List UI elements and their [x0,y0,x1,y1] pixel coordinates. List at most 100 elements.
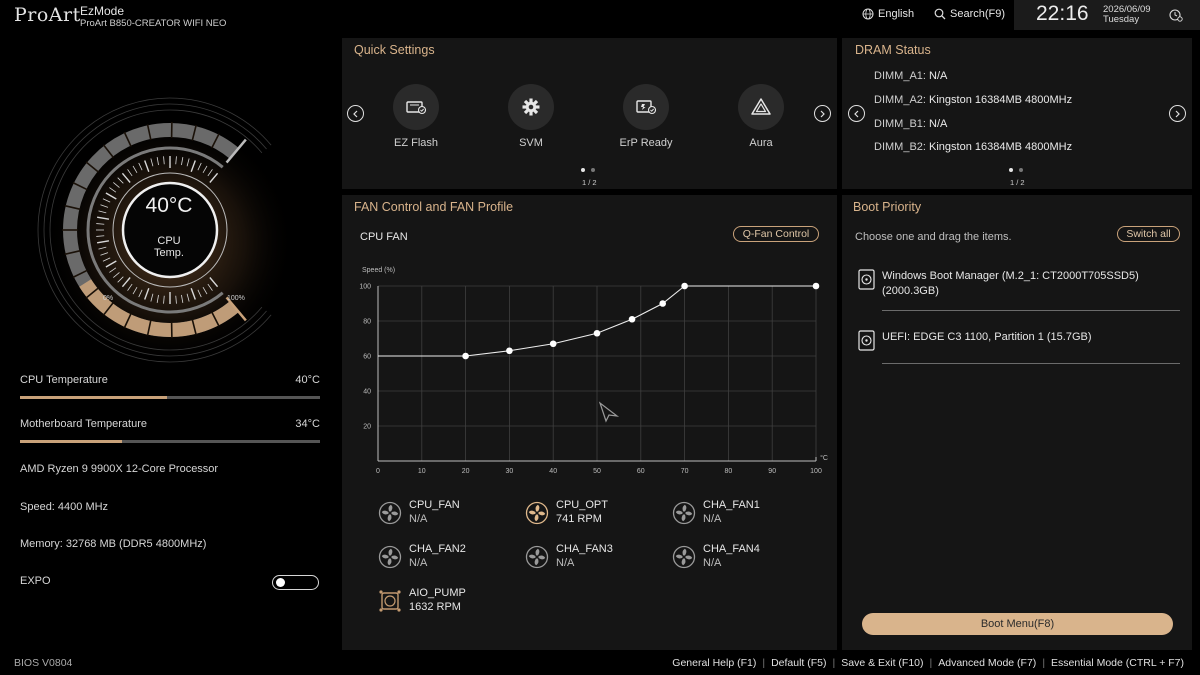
page-dot[interactable] [1009,168,1013,172]
erp-ready-button[interactable]: ErP Ready [606,84,686,149]
fan-rpm: N/A [409,513,428,525]
fan-item[interactable]: AIO_PUMP 1632 RPM [378,587,518,619]
aura-button[interactable]: Aura [721,84,801,149]
boot-item-text: UEFI: EDGE C3 1100, Partition 1 (15.7GB) [882,330,1182,345]
footer-key-button[interactable]: Default (F5) [771,657,826,669]
chart-y-tick-label: 20 [363,424,371,431]
mouse-cursor-icon [598,401,620,423]
q-fan-control-button[interactable]: Q-Fan Control [733,226,819,242]
dimm-slot: DIMM_B2: Kingston 16384MB 4800MHz [874,141,1072,153]
chart-x-tick-label: 60 [637,468,645,475]
boot-item-line1: UEFI: EDGE C3 1100, Partition 1 (15.7GB) [882,331,1092,343]
search-label: Search(F9) [950,8,1006,20]
fan-curve-point[interactable] [593,329,601,337]
chart-y-tick-label: 60 [363,354,371,361]
page-dot[interactable] [1019,168,1023,172]
cpu-temperature-bar [20,396,320,399]
selected-fan-label: CPU FAN [360,231,408,243]
fan-name: CPU_FAN [409,499,460,511]
fan-icon [525,501,549,525]
fan-name: AIO_PUMP [409,587,466,599]
clock-panel: 22:16 2026/06/09 Tuesday [1014,0,1200,30]
cpu-temperature-label: CPU Temperature [20,374,108,386]
page-dot[interactable] [581,168,585,172]
fan-curve-point[interactable] [549,340,557,348]
footer-key-button[interactable]: Save & Exit (F10) [841,657,923,669]
mb-temperature-value: 34°C [295,418,320,430]
fan-icon [672,545,696,569]
switch-all-button[interactable]: Switch all [1117,226,1180,242]
pump-icon [379,590,401,612]
dram-page-dots [1009,168,1023,172]
page-dot[interactable] [591,168,595,172]
cpu-speed: Speed: 4400 MHz [20,501,109,513]
gauge-label-line1: CPU [157,235,181,247]
language-selector[interactable]: English [862,8,914,20]
boot-priority-title: Boot Priority [853,200,922,214]
fan-curve-point[interactable] [659,300,666,307]
quick-settings-panel: Quick Settings EZ Flash SVM ErP Ready Au… [342,38,837,189]
quick-settings-page-dots [581,168,595,172]
chart-y-axis-label: Speed (%) [362,267,395,274]
chart-x-tick-label: 50 [593,468,601,475]
boot-item[interactable]: Windows Boot Manager (M.2_1: CT2000T705S… [858,269,1180,313]
mb-temperature-label: Motherboard Temperature [20,418,147,430]
dimm-value: N/A [929,70,948,82]
bios-version: BIOS V0804 [14,657,73,669]
boot-priority-hint: Choose one and drag the items. [855,231,1012,243]
memory-info: Memory: 32768 MB (DDR5 4800MHz) [20,538,207,550]
fan-item[interactable]: CHA_FAN2 N/A [378,543,518,575]
fan-item[interactable]: CHA_FAN4 N/A [672,543,812,575]
cpu-temp-gauge [37,97,295,363]
dram-status-title: DRAM Status [855,43,931,57]
fan-curve-point[interactable] [812,282,820,290]
footer-bar: BIOS V0804 General Help (F1) | Default (F5… [0,655,1200,675]
expo-toggle[interactable] [272,575,319,590]
chart-x-tick-label: 0 [376,468,380,475]
fan-curve-point[interactable] [628,315,636,323]
dimm-name: DIMM_A2: [874,94,926,106]
boot-item-divider [882,310,1180,311]
fan-item[interactable]: CPU_FAN N/A [378,499,518,531]
aura-circle [738,84,784,130]
boot-item-line2: (2000.3GB) [882,285,939,297]
chart-x-tick-label: 10 [418,468,426,475]
dram-next[interactable] [1169,105,1186,122]
clock-settings-icon[interactable] [1169,8,1183,22]
boot-item[interactable]: UEFI: EDGE C3 1100, Partition 1 (15.7GB) [858,330,1180,366]
fan-item[interactable]: CPU_OPT 741 RPM [525,499,665,531]
mb-temperature-bar [20,440,320,443]
aura-label: Aura [749,137,773,149]
ez-flash-button[interactable]: EZ Flash [376,84,456,149]
fan-control-panel: FAN Control and FAN Profile CPU FAN Q-Fa… [342,195,837,650]
ez-flash-label: EZ Flash [393,137,438,149]
fan-item[interactable]: CHA_FAN3 N/A [525,543,665,575]
clock-date: 2026/06/09 Tuesday [1103,5,1151,25]
footer-separator: | [832,657,836,669]
search-button[interactable]: Search(F9) [934,8,1005,20]
aura-icon [751,98,771,115]
footer-key-button[interactable]: Advanced Mode (F7) [938,657,1036,669]
chart-x-tick-label: 20 [462,468,470,475]
dimm-value: Kingston 16384MB 4800MHz [929,141,1073,153]
svm-button[interactable]: SVM [491,84,571,149]
svm-label: SVM [519,137,543,149]
fan-icon [378,545,402,569]
boot-menu-button[interactable]: Boot Menu(F8) [862,613,1173,635]
fan-curve-point[interactable] [506,347,513,355]
gauge-temperature: 40°C [145,194,193,217]
quick-settings-next[interactable] [814,105,831,122]
cpu-temperature-bar-fill [20,396,167,399]
magnifier-icon [934,8,946,20]
fan-item[interactable]: CHA_FAN1 N/A [672,499,812,531]
fan-curve-point[interactable] [462,352,469,360]
chart-x-tick-label: 80 [725,468,733,475]
chevron-left-icon [854,110,859,117]
mode-title: EzMode [80,4,125,18]
footer-key-button[interactable]: General Help (F1) [672,657,756,669]
fan-name: CHA_FAN1 [703,499,760,511]
quick-settings-prev[interactable] [347,105,364,122]
footer-key-button[interactable]: Essential Mode (CTRL + F7) [1051,657,1184,669]
dram-prev[interactable] [848,105,865,122]
fan-curve-point[interactable] [681,282,688,290]
